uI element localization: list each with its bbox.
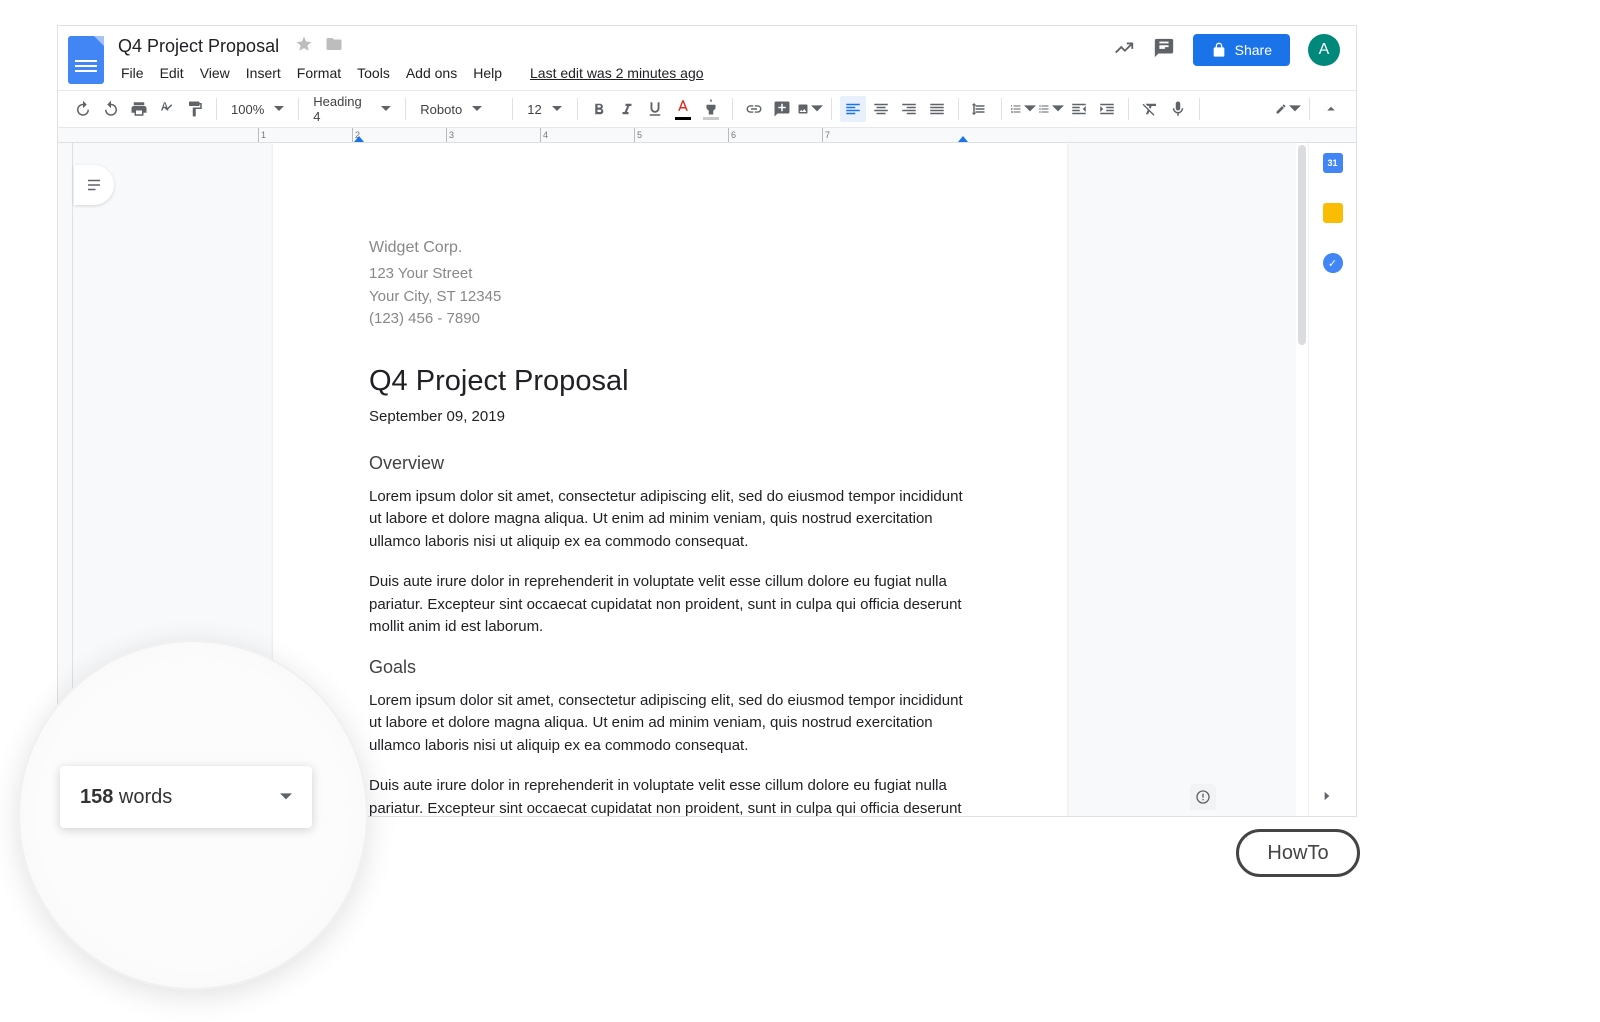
explore-button[interactable] bbox=[1190, 784, 1216, 810]
toolbar: 100% Heading 4 Roboto 12 bbox=[58, 90, 1356, 128]
menu-insert[interactable]: Insert bbox=[239, 61, 288, 85]
menu-file[interactable]: File bbox=[114, 61, 151, 85]
caret-down-icon bbox=[280, 791, 292, 803]
underline-button[interactable] bbox=[642, 96, 668, 122]
ruler-tick: 4 bbox=[540, 128, 634, 142]
doc-heading: Q4 Project Proposal bbox=[369, 365, 971, 398]
caret-down-icon bbox=[811, 100, 823, 118]
calendar-app-icon[interactable] bbox=[1323, 153, 1343, 173]
keep-app-icon[interactable] bbox=[1323, 203, 1343, 223]
add-comment-button[interactable] bbox=[769, 96, 795, 122]
italic-button[interactable] bbox=[614, 96, 640, 122]
title-row: Q4 Project Proposal bbox=[114, 34, 1113, 59]
style-select[interactable]: Heading 4 bbox=[307, 96, 397, 122]
doc-company: Widget Corp. bbox=[369, 239, 971, 257]
ruler-tick: 3 bbox=[446, 128, 540, 142]
account-avatar[interactable]: A bbox=[1308, 34, 1340, 66]
undo-button[interactable] bbox=[70, 96, 96, 122]
print-button[interactable] bbox=[126, 96, 152, 122]
bold-button[interactable] bbox=[586, 96, 612, 122]
title-actions: Share A bbox=[1113, 34, 1340, 66]
share-label: Share bbox=[1235, 42, 1272, 58]
caret-down-icon bbox=[472, 104, 482, 114]
caret-down-icon bbox=[274, 104, 284, 114]
word-count-pill[interactable]: 158 words bbox=[60, 766, 312, 828]
align-right-button[interactable] bbox=[896, 96, 922, 122]
insert-image-button[interactable] bbox=[797, 96, 823, 122]
doc-section-overview: Overview bbox=[369, 453, 971, 474]
sidepanel-collapse-icon[interactable] bbox=[1320, 789, 1334, 808]
bulleted-list-button[interactable] bbox=[1038, 96, 1064, 122]
collapse-toolbar-button[interactable] bbox=[1318, 96, 1344, 122]
menu-addons[interactable]: Add ons bbox=[399, 61, 464, 85]
caret-down-icon bbox=[552, 104, 562, 114]
menu-help[interactable]: Help bbox=[466, 61, 509, 85]
doc-paragraph: Lorem ipsum dolor sit amet, consectetur … bbox=[369, 486, 971, 554]
title-bar: Q4 Project Proposal File Edit View Inser… bbox=[58, 26, 1356, 90]
doc-phone: (123) 456 - 7890 bbox=[369, 308, 971, 331]
lock-icon bbox=[1211, 42, 1227, 58]
zoom-select[interactable]: 100% bbox=[225, 96, 290, 122]
last-edit-link[interactable]: Last edit was 2 minutes ago bbox=[523, 61, 711, 85]
caret-down-icon bbox=[1289, 100, 1301, 118]
paint-format-button[interactable] bbox=[182, 96, 208, 122]
caret-down-icon bbox=[381, 104, 391, 114]
ruler-tick: 2 bbox=[352, 128, 446, 142]
scrollbar-thumb[interactable] bbox=[1298, 145, 1306, 345]
fontsize-select[interactable]: 12 bbox=[521, 96, 569, 122]
menu-edit[interactable]: Edit bbox=[153, 61, 191, 85]
side-panel bbox=[1308, 143, 1356, 816]
menu-tools[interactable]: Tools bbox=[350, 61, 397, 85]
activity-icon[interactable] bbox=[1113, 37, 1135, 64]
doc-date: September 09, 2019 bbox=[369, 408, 971, 425]
spellcheck-button[interactable] bbox=[154, 96, 180, 122]
redo-button[interactable] bbox=[98, 96, 124, 122]
outline-toggle-button[interactable] bbox=[74, 165, 114, 205]
menu-bar: File Edit View Insert Format Tools Add o… bbox=[114, 61, 1113, 85]
ruler-tick: 5 bbox=[634, 128, 728, 142]
howto-watermark: HowTo bbox=[1236, 829, 1360, 877]
align-center-button[interactable] bbox=[868, 96, 894, 122]
share-button[interactable]: Share bbox=[1193, 34, 1290, 66]
doc-paragraph: Lorem ipsum dolor sit amet, consectetur … bbox=[369, 690, 971, 758]
indent-marker-left[interactable] bbox=[354, 136, 364, 142]
doc-section-goals: Goals bbox=[369, 657, 971, 678]
ruler-tick: 7 bbox=[822, 128, 916, 142]
indent-marker-right[interactable] bbox=[958, 136, 968, 142]
menu-format[interactable]: Format bbox=[290, 61, 348, 85]
move-folder-icon[interactable] bbox=[325, 35, 343, 58]
star-icon[interactable] bbox=[295, 35, 313, 58]
align-left-button[interactable] bbox=[840, 96, 866, 122]
numbered-list-button[interactable] bbox=[1010, 96, 1036, 122]
document-page[interactable]: Widget Corp. 123 Your Street Your City, … bbox=[273, 143, 1067, 816]
text-color-button[interactable] bbox=[670, 96, 696, 122]
doc-address-1: 123 Your Street bbox=[369, 263, 971, 286]
clear-formatting-button[interactable] bbox=[1137, 96, 1163, 122]
horizontal-ruler[interactable]: 1 2 3 4 5 6 7 bbox=[58, 128, 1356, 143]
line-spacing-button[interactable] bbox=[967, 96, 993, 122]
doc-address-2: Your City, ST 12345 bbox=[369, 286, 971, 309]
caret-down-icon bbox=[1052, 100, 1064, 118]
decrease-indent-button[interactable] bbox=[1066, 96, 1092, 122]
word-count-text: 158 words bbox=[80, 786, 172, 809]
highlight-button[interactable] bbox=[698, 96, 724, 122]
font-select[interactable]: Roboto bbox=[414, 96, 504, 122]
comments-icon[interactable] bbox=[1153, 37, 1175, 64]
ruler-tick: 6 bbox=[728, 128, 822, 142]
menu-view[interactable]: View bbox=[193, 61, 237, 85]
docs-logo-icon[interactable] bbox=[68, 36, 104, 84]
doc-paragraph: Duis aute irure dolor in reprehenderit i… bbox=[369, 775, 971, 816]
editing-mode-button[interactable] bbox=[1275, 96, 1301, 122]
title-column: Q4 Project Proposal File Edit View Inser… bbox=[114, 34, 1113, 85]
tasks-app-icon[interactable] bbox=[1323, 253, 1343, 273]
align-justify-button[interactable] bbox=[924, 96, 950, 122]
ruler-tick: 1 bbox=[258, 128, 352, 142]
insert-link-button[interactable] bbox=[741, 96, 767, 122]
caret-down-icon bbox=[1024, 100, 1036, 118]
doc-paragraph: Duis aute irure dolor in reprehenderit i… bbox=[369, 571, 971, 639]
increase-indent-button[interactable] bbox=[1094, 96, 1120, 122]
vertical-scrollbar[interactable] bbox=[1296, 143, 1308, 816]
document-title[interactable]: Q4 Project Proposal bbox=[114, 34, 283, 59]
voice-typing-button[interactable] bbox=[1165, 96, 1191, 122]
